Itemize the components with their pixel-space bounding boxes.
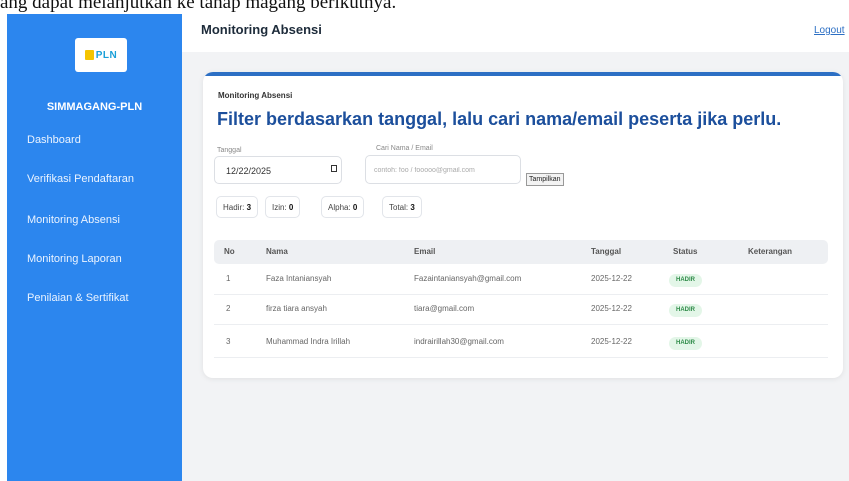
sidebar-brand: SIMMAGANG-PLN xyxy=(46,101,143,113)
table-row: 2 firza tiara ansyah tiara@gmail.com 202… xyxy=(214,295,828,325)
page-title: Monitoring Absensi xyxy=(201,22,322,37)
cell-email: indrairillah30@gmail.com xyxy=(414,337,504,346)
summary-izin: Izin: 0 xyxy=(265,196,301,218)
calendar-icon[interactable] xyxy=(331,165,337,172)
summary-label: Alpha: xyxy=(328,203,351,212)
summary-hadir: Hadir: 3 xyxy=(216,196,259,218)
card-accent-bar xyxy=(203,72,843,76)
date-input[interactable]: 12/22/2025 xyxy=(214,156,342,184)
search-label: Cari Nama / Email xyxy=(376,145,433,152)
cell-no: 2 xyxy=(226,304,231,313)
card-breadcrumb: Monitoring Absensi xyxy=(218,91,293,100)
sidebar: PLN SIMMAGANG-PLN Dashboard Verifikasi P… xyxy=(7,14,182,481)
table-row: 1 Faza Intaniansyah Fazaintaniansyah@gma… xyxy=(214,265,828,295)
cell-nama: firza tiara ansyah xyxy=(266,304,327,313)
summary-value: 0 xyxy=(352,203,358,212)
column-header-no: No xyxy=(224,247,235,256)
summary-label: Izin: xyxy=(272,203,287,212)
summary-alpha: Alpha: 0 xyxy=(321,196,365,218)
cell-tanggal: 2025-12-22 xyxy=(591,304,632,313)
sidebar-item-dashboard[interactable]: Dashboard xyxy=(27,134,81,146)
logout-link[interactable]: Logout xyxy=(814,25,845,36)
attendance-card: Monitoring Absensi Filter berdasarkan ta… xyxy=(203,72,843,378)
column-header-nama: Nama xyxy=(266,247,288,256)
summary-value: 3 xyxy=(246,203,252,212)
sidebar-item-verifikasi-pendaftaran[interactable]: Verifikasi Pendaftaran xyxy=(27,173,134,185)
table-header: No Nama Email Tanggal Status Keterangan xyxy=(214,240,828,264)
overlay-text: ang dapat melanjutkan ke tahap magang be… xyxy=(0,0,397,13)
summary-label: Total: xyxy=(389,203,409,212)
sidebar-item-monitoring-absensi[interactable]: Monitoring Absensi xyxy=(27,214,120,226)
status-badge: HADIR xyxy=(669,337,702,350)
cell-no: 3 xyxy=(226,337,231,346)
logo-text: PLN xyxy=(95,49,118,61)
cell-email: tiara@gmail.com xyxy=(414,304,475,313)
pln-bolt-icon xyxy=(84,50,94,60)
card-headline: Filter berdasarkan tanggal, lalu cari na… xyxy=(217,109,782,129)
cell-tanggal: 2025-12-22 xyxy=(591,274,632,283)
search-field[interactable] xyxy=(365,155,521,184)
status-badge: HADIR xyxy=(669,274,702,287)
pln-logo: PLN xyxy=(75,38,127,72)
column-header-keterangan: Keterangan xyxy=(748,247,793,256)
summary-label: Hadir: xyxy=(223,203,245,212)
cell-nama: Faza Intaniansyah xyxy=(266,274,332,283)
date-value: 12/22/2025 xyxy=(226,166,272,176)
column-header-email: Email xyxy=(414,247,436,256)
status-badge: HADIR xyxy=(669,304,702,317)
cell-nama: Muhammad Indra Irillah xyxy=(266,337,351,346)
column-header-tanggal: Tanggal xyxy=(591,247,622,256)
table-row: 3 Muhammad Indra Irillah indrairillah30@… xyxy=(214,328,828,358)
summary-total: Total: 3 xyxy=(382,196,422,218)
sidebar-item-penilaian-sertifikat[interactable]: Penilaian & Sertifikat xyxy=(27,292,129,304)
cell-tanggal: 2025-12-22 xyxy=(591,337,632,346)
cell-no: 1 xyxy=(226,274,231,283)
show-button[interactable]: Tampilkan xyxy=(526,173,564,186)
summary-value: 3 xyxy=(410,203,415,212)
search-input[interactable] xyxy=(372,162,516,179)
sidebar-item-monitoring-laporan[interactable]: Monitoring Laporan xyxy=(27,253,122,265)
summary-value: 0 xyxy=(288,203,294,212)
date-label: Tanggal xyxy=(217,147,242,154)
column-header-status: Status xyxy=(673,247,698,256)
cell-email: Fazaintaniansyah@gmail.com xyxy=(414,274,522,283)
